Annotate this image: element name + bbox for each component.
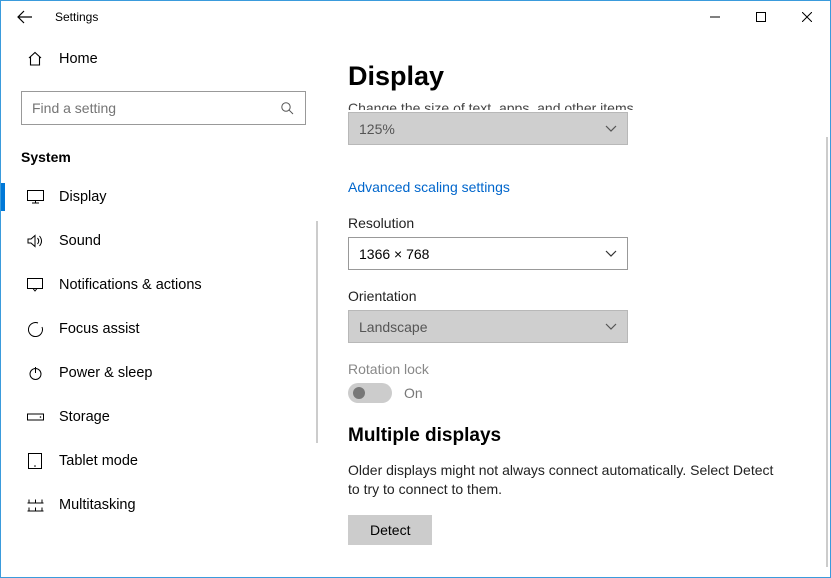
- multitasking-icon: [21, 499, 49, 512]
- sidebar-item-tablet-mode[interactable]: Tablet mode: [1, 439, 326, 483]
- search-box[interactable]: [21, 91, 306, 125]
- orientation-value: Landscape: [359, 319, 428, 335]
- maximize-button[interactable]: [738, 1, 784, 33]
- sidebar-item-label: Storage: [59, 409, 110, 425]
- minimize-icon: [710, 12, 720, 22]
- back-button[interactable]: [1, 1, 49, 33]
- sidebar-item-label: Display: [59, 189, 107, 205]
- multiple-displays-text: Older displays might not always connect …: [348, 461, 778, 499]
- tablet-icon: [21, 453, 49, 469]
- content-pane: Display Change the size of text, apps, a…: [326, 33, 830, 577]
- app-title: Settings: [55, 10, 98, 24]
- chevron-down-icon: [605, 323, 617, 331]
- sidebar-item-label: Power & sleep: [59, 365, 153, 381]
- scale-dropdown[interactable]: 125%: [348, 112, 628, 145]
- search-input[interactable]: [32, 100, 280, 116]
- chevron-down-icon: [605, 250, 617, 258]
- title-bar: Settings: [1, 1, 830, 33]
- storage-icon: [21, 412, 49, 422]
- multiple-displays-heading: Multiple displays: [348, 425, 800, 447]
- rotation-lock-toggle[interactable]: On: [348, 383, 800, 403]
- truncated-section-label: Change the size of text, apps, and other…: [348, 102, 800, 110]
- toggle-track: [348, 383, 392, 403]
- focus-assist-icon: [21, 322, 49, 337]
- toggle-state: On: [404, 385, 423, 401]
- sidebar-item-notifications[interactable]: Notifications & actions: [1, 263, 326, 307]
- chevron-down-icon: [605, 125, 617, 133]
- sidebar-item-power-sleep[interactable]: Power & sleep: [1, 351, 326, 395]
- sidebar-item-sound[interactable]: Sound: [1, 219, 326, 263]
- sidebar-item-label: Sound: [59, 233, 101, 249]
- sidebar-item-label: Focus assist: [59, 321, 140, 337]
- window-controls: [692, 1, 830, 33]
- sidebar-item-multitasking[interactable]: Multitasking: [1, 483, 326, 527]
- close-button[interactable]: [784, 1, 830, 33]
- scale-value: 125%: [359, 121, 395, 137]
- sidebar-item-storage[interactable]: Storage: [1, 395, 326, 439]
- rotation-lock-label: Rotation lock: [348, 361, 800, 377]
- home-icon: [21, 51, 49, 67]
- back-arrow-icon: [17, 9, 33, 25]
- display-icon: [21, 190, 49, 204]
- power-icon: [21, 366, 49, 381]
- sound-icon: [21, 234, 49, 248]
- sidebar: Home System Display Sound Notifications …: [1, 33, 326, 577]
- category-header: System: [1, 143, 326, 175]
- minimize-button[interactable]: [692, 1, 738, 33]
- home-nav[interactable]: Home: [1, 41, 326, 77]
- page-title: Display: [348, 61, 800, 92]
- sidebar-item-label: Tablet mode: [59, 453, 138, 469]
- sidebar-item-label: Notifications & actions: [59, 277, 202, 293]
- advanced-scaling-link[interactable]: Advanced scaling settings: [348, 179, 510, 195]
- search-icon: [280, 101, 295, 116]
- close-icon: [802, 12, 812, 22]
- sidebar-scrollbar[interactable]: [316, 221, 318, 443]
- notifications-icon: [21, 278, 49, 292]
- resolution-dropdown[interactable]: 1366 × 768: [348, 237, 628, 270]
- sidebar-item-display[interactable]: Display: [1, 175, 326, 219]
- orientation-dropdown[interactable]: Landscape: [348, 310, 628, 343]
- detect-button[interactable]: Detect: [348, 515, 432, 545]
- resolution-value: 1366 × 768: [359, 246, 429, 262]
- orientation-label: Orientation: [348, 288, 800, 304]
- nav-list: Display Sound Notifications & actions Fo…: [1, 175, 326, 527]
- maximize-icon: [756, 12, 766, 22]
- sidebar-item-label: Multitasking: [59, 497, 136, 513]
- home-label: Home: [59, 51, 98, 67]
- resolution-label: Resolution: [348, 215, 800, 231]
- content-scrollbar[interactable]: [826, 137, 828, 567]
- sidebar-item-focus-assist[interactable]: Focus assist: [1, 307, 326, 351]
